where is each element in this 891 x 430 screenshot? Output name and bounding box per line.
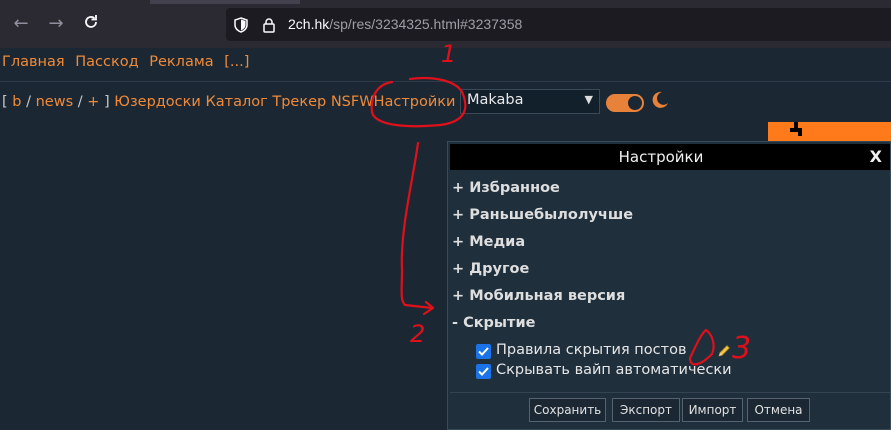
cancel-button[interactable]: Отмена	[747, 398, 810, 422]
checkbox-hide-wipe[interactable]	[476, 364, 491, 379]
url-text[interactable]: 2ch.hk/sp/res/3234325.html#3237358	[288, 16, 522, 32]
bracket-close: ]	[104, 94, 110, 110]
checkmark-icon	[478, 347, 489, 356]
url-bar[interactable]: 2ch.hk/sp/res/3234325.html#3237358	[226, 8, 891, 41]
save-button[interactable]: Сохранить	[529, 398, 606, 422]
nav-passcode-link[interactable]: Пасскод	[75, 54, 138, 70]
back-arrow-icon[interactable]: ←	[10, 13, 32, 35]
divider	[450, 392, 890, 393]
nav-more-link[interactable]: [...]	[224, 54, 249, 70]
reload-icon[interactable]	[80, 13, 102, 35]
board-nav: [ b / news / + ] Юзердоски Каталог Треке…	[2, 94, 455, 110]
style-select-value: Makaba	[467, 92, 524, 108]
option-label: Скрывать вайп автоматически	[496, 362, 732, 378]
section-other[interactable]: + Другое	[452, 261, 529, 277]
checkmark-icon	[478, 367, 489, 376]
tracker-link[interactable]: Трекер	[272, 94, 326, 110]
nsfw-link[interactable]: NSFW	[331, 94, 374, 110]
userboards-link[interactable]: Юзердоски	[114, 94, 201, 110]
chevron-down-icon: ▼	[584, 93, 593, 106]
section-retro[interactable]: + Раньшебылолучше	[452, 207, 633, 223]
settings-header: Настройки X	[450, 144, 890, 170]
toggle-knob	[628, 96, 642, 110]
settings-panel: Настройки X + Избранное + Раньшебылолучш…	[447, 141, 891, 430]
board-b-link[interactable]: b	[12, 94, 21, 110]
url-host: 2ch.hk	[288, 16, 330, 32]
nav-home-link[interactable]: Главная	[2, 54, 65, 70]
section-media[interactable]: + Медиа	[452, 234, 525, 250]
moon-icon[interactable]	[650, 90, 670, 110]
pencil-edit-icon[interactable]	[716, 343, 732, 359]
page-content: Главная Пасскод Реклама [...] [ b / news…	[0, 48, 891, 430]
section-mobile[interactable]: + Мобильная версия	[452, 288, 625, 304]
forward-arrow-icon[interactable]: →	[45, 13, 67, 35]
checkbox-hide-rules[interactable]	[476, 344, 491, 359]
style-select[interactable]: Makaba ▼	[460, 89, 600, 114]
nav-ads-link[interactable]: Реклама	[149, 54, 213, 70]
url-path: /sp/res/3234325.html#3237358	[329, 16, 523, 32]
settings-title: Настройки	[618, 148, 704, 166]
banner-pixel-mark	[788, 122, 804, 142]
bracket-open: [	[2, 94, 8, 110]
theme-toggle[interactable]	[606, 94, 644, 112]
active-tab-edge[interactable]	[150, 0, 300, 4]
section-favorites[interactable]: + Избранное	[452, 180, 560, 196]
board-news-link[interactable]: news	[36, 94, 74, 110]
option-label: Правила скрытия постов	[496, 342, 687, 358]
catalog-link[interactable]: Каталог	[205, 94, 267, 110]
settings-link[interactable]: Настройки	[374, 94, 456, 110]
close-button[interactable]: X	[870, 147, 882, 166]
export-button[interactable]: Экспорт	[612, 398, 680, 422]
shield-icon[interactable]	[234, 17, 248, 33]
import-button[interactable]: Импорт	[682, 398, 743, 422]
divider	[0, 81, 891, 82]
lock-icon[interactable]	[262, 17, 276, 33]
slash-sep: /	[26, 94, 31, 110]
top-nav: Главная Пасскод Реклама [...]	[2, 54, 255, 70]
section-hiding[interactable]: - Скрытие	[452, 315, 535, 331]
slash-sep: /	[77, 94, 83, 110]
board-plus-link[interactable]: +	[87, 94, 99, 110]
browser-toolbar: ← → 2ch.hk/sp/res/3234325.html#3237358	[0, 0, 891, 48]
